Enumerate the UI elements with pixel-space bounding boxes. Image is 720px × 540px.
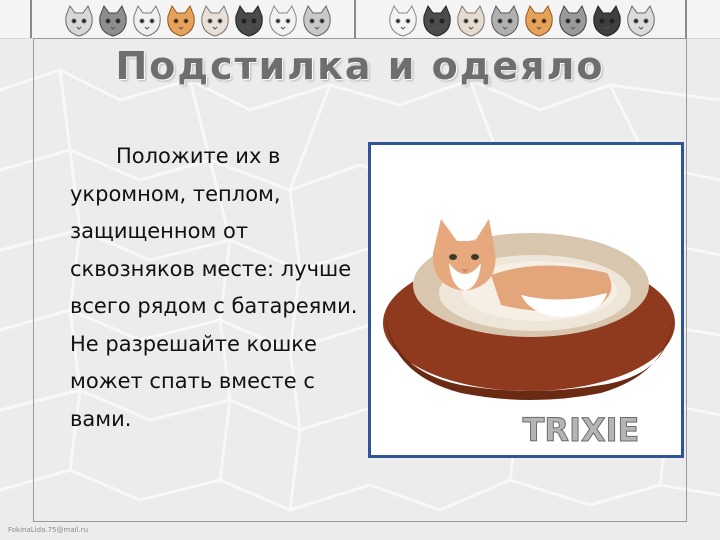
kitten-faces-icon bbox=[30, 0, 687, 38]
image-brand-label: TRIXIE bbox=[523, 411, 640, 449]
cat-bed-photo-frame: TRIXIE bbox=[368, 142, 684, 458]
slide-body-text: Положите их в укромном, теплом, защищенн… bbox=[70, 144, 358, 431]
header-decor-strip bbox=[0, 0, 720, 39]
slide-title: Подстилка и одеяло bbox=[115, 44, 605, 88]
cat-in-bed-photo: TRIXIE bbox=[371, 145, 681, 455]
footer-email: FokinaLida.75@mail.ru bbox=[8, 526, 89, 534]
